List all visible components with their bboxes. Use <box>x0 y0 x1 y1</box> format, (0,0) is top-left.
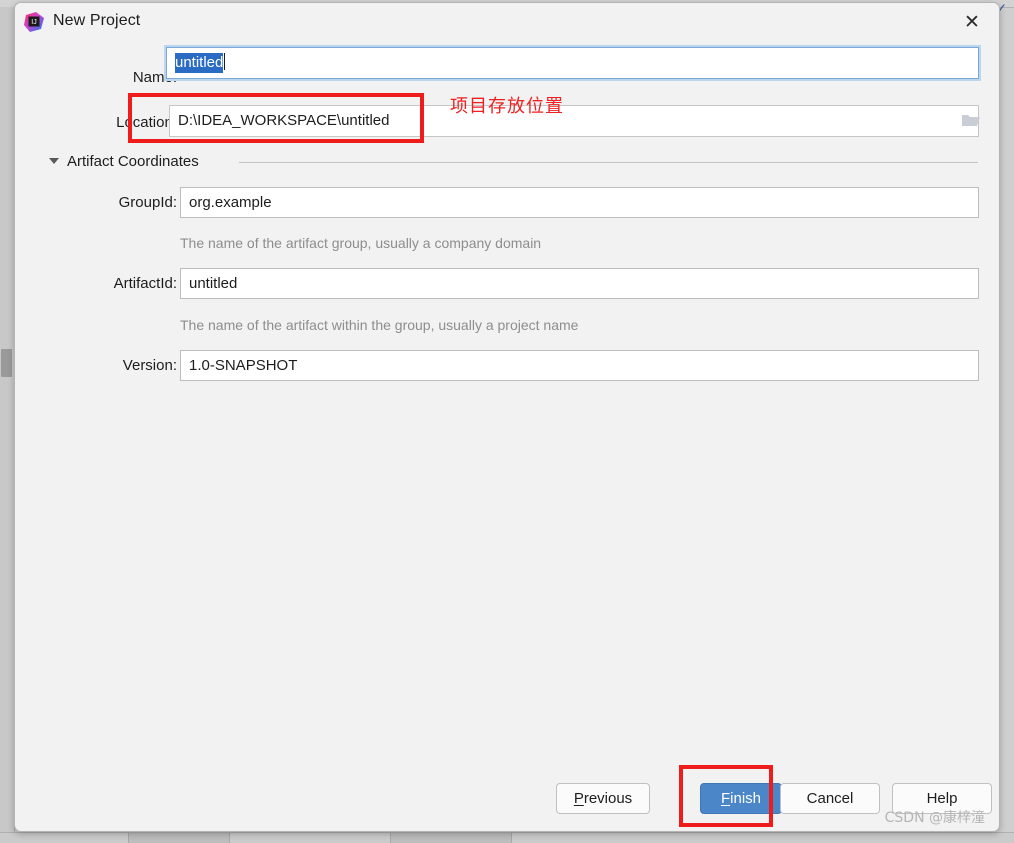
intellij-idea-icon: IJ <box>23 11 45 33</box>
name-label: Name: <box>132 69 177 86</box>
finish-button[interactable]: Finish <box>700 783 782 814</box>
name-input-value: untitled <box>175 53 224 73</box>
artifactid-label: ArtifactId: <box>113 275 177 292</box>
artifactid-hint: The name of the artifact within the grou… <box>180 317 579 333</box>
groupid-hint: The name of the artifact group, usually … <box>180 235 542 251</box>
background-scrollbar-thumb[interactable] <box>1 349 12 377</box>
previous-mnemonic: P <box>573 790 584 807</box>
location-input[interactable]: D:\IDEA_WORKSPACE\untitled <box>169 105 979 137</box>
watermark: CSDN @康梓潼 <box>884 810 985 826</box>
name-input[interactable]: untitled <box>166 47 979 79</box>
version-label: Version: <box>122 357 177 374</box>
finish-label: inish <box>730 790 762 807</box>
new-project-dialog: IJ New Project ✕ Name: untitled Location… <box>14 2 1000 832</box>
groupid-input[interactable]: org.example <box>180 187 979 218</box>
dialog-titlebar: IJ New Project ✕ <box>15 3 999 48</box>
location-label: Location: <box>116 114 177 131</box>
previous-label: revious <box>583 790 633 807</box>
version-input[interactable]: 1.0-SNAPSHOT <box>180 350 979 381</box>
svg-text:IJ: IJ <box>31 19 36 26</box>
dialog-title: New Project <box>53 12 141 29</box>
finish-mnemonic: F <box>720 790 731 807</box>
text-caret <box>224 53 226 70</box>
artifact-coordinates-title: Artifact Coordinates <box>67 152 199 170</box>
close-icon[interactable]: ✕ <box>955 8 989 38</box>
artifact-coordinates-toggle[interactable]: Artifact Coordinates <box>49 151 199 171</box>
background-taskbar-item[interactable] <box>390 833 512 843</box>
background-left-panel <box>0 7 15 843</box>
previous-button[interactable]: Previous <box>556 783 650 814</box>
artifactid-input[interactable]: untitled <box>180 268 979 299</box>
annotation-location-note: 项目存放位置 <box>450 96 564 117</box>
background-taskbar-item[interactable] <box>128 833 230 843</box>
folder-icon[interactable] <box>961 113 981 129</box>
triangle-down-icon <box>49 158 59 164</box>
groupid-label: GroupId: <box>118 194 177 211</box>
cancel-button[interactable]: Cancel <box>780 783 880 814</box>
screen: ✓ IJ New Project ✕ Name: untitled Locati… <box>0 0 1014 843</box>
section-divider <box>239 162 978 163</box>
